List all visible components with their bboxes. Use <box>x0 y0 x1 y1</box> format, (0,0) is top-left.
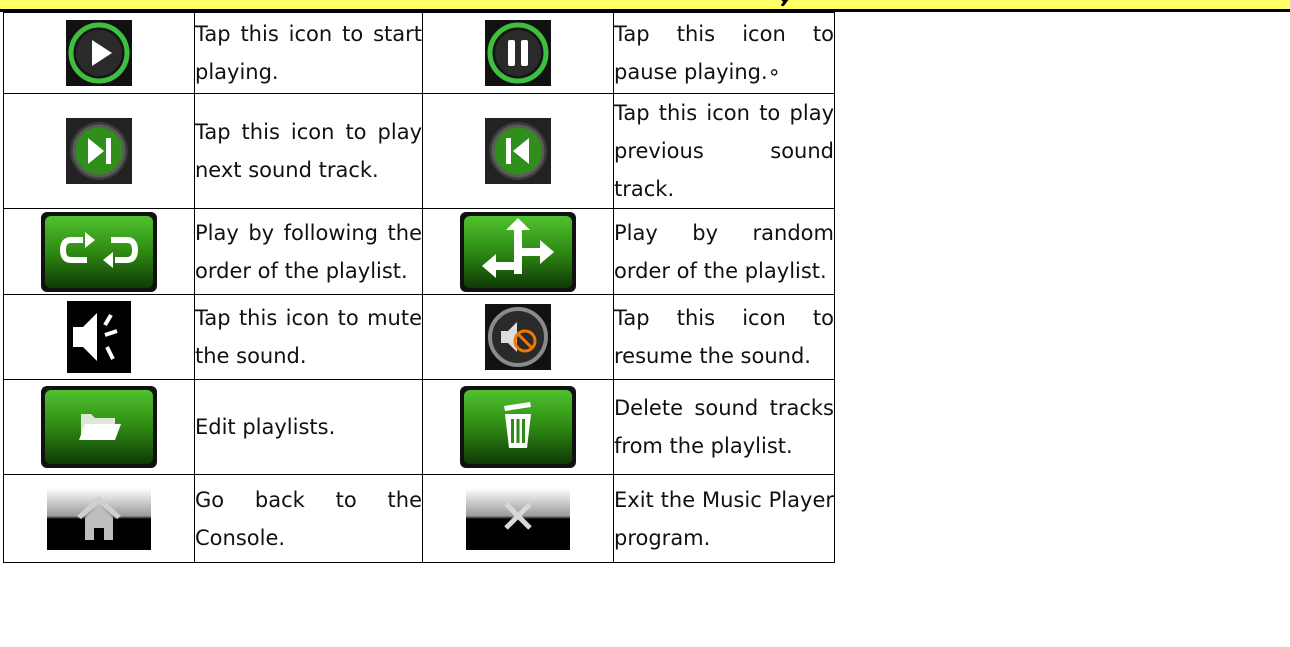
table-row: Tap this icon to mute the sound. Tap thi… <box>3 294 835 380</box>
icon-cell <box>422 93 614 209</box>
next-track-icon <box>66 118 132 184</box>
description-cell: Tap this icon to play previous sound tra… <box>613 93 835 209</box>
description-cell: Play by random order of the playlist. <box>613 208 835 295</box>
close-icon <box>466 487 570 550</box>
icon-cell <box>422 379 614 475</box>
header-glyph-fragment <box>780 0 789 6</box>
table-row: Tap this icon to start playing. Tap this… <box>3 12 835 94</box>
description-cell: Delete sound tracks from the playlist. <box>613 379 835 475</box>
previous-track-icon <box>485 118 551 184</box>
description-cell: Tap this icon to mute the sound. <box>194 294 423 380</box>
description-cell: Tap this icon to start playing. <box>194 12 423 94</box>
icon-cell <box>422 474 614 563</box>
pause-icon <box>485 20 551 86</box>
description-cell: Tap this icon to resume the sound. <box>613 294 835 380</box>
description-cell: Play by following the order of the playl… <box>194 208 423 295</box>
trash-icon <box>460 386 576 468</box>
mute-icon <box>67 301 131 373</box>
icon-cell <box>3 474 195 563</box>
icon-cell <box>3 12 195 94</box>
folder-icon <box>41 386 157 468</box>
icon-cell <box>422 12 614 94</box>
description-cell: Go back to the Console. <box>194 474 423 563</box>
icon-cell <box>422 294 614 380</box>
description-cell: Exit the Music Player program. <box>613 474 835 563</box>
home-icon <box>47 487 151 550</box>
shuffle-icon <box>460 211 576 292</box>
icon-cell <box>422 208 614 295</box>
icon-cell <box>3 208 195 295</box>
description-cell: Tap this icon to pause playing.∘ <box>613 12 835 94</box>
table-row: Edit playlists. Delete sound tracks from… <box>3 379 835 475</box>
icon-cell <box>3 294 195 380</box>
icon-cell <box>3 379 195 475</box>
unmute-icon <box>485 304 551 370</box>
header-highlight <box>0 0 1290 9</box>
description-cell: Edit playlists. <box>194 379 423 475</box>
play-icon <box>66 20 132 86</box>
table-row: Play by following the order of the playl… <box>3 208 835 295</box>
description-cell: Tap this icon to play next sound track. <box>194 93 423 209</box>
icon-cell <box>3 93 195 209</box>
repeat-order-icon <box>41 211 157 292</box>
table-row: Tap this icon to play next sound track. … <box>3 93 835 209</box>
table-row: Go back to the Console. Exit the Music P… <box>3 474 835 563</box>
icon-reference-table: Tap this icon to start playing. Tap this… <box>3 12 835 563</box>
